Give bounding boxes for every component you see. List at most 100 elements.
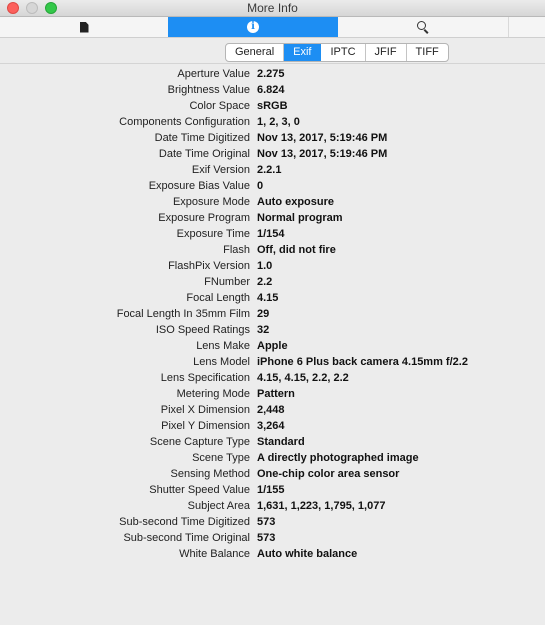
property-key: Flash bbox=[223, 244, 250, 256]
property-value[interactable]: 1, 2, 3, 0 bbox=[257, 116, 300, 128]
property-row: Date Time Digitized Nov 13, 2017, 5:19:46… bbox=[0, 130, 545, 146]
property-value[interactable]: 1/154 bbox=[257, 228, 285, 240]
property-key: Color Space bbox=[189, 100, 250, 112]
property-key: Exposure Program bbox=[158, 212, 250, 224]
property-row: Exposure Time 1/154 bbox=[0, 226, 545, 242]
property-key: Pixel X Dimension bbox=[160, 404, 250, 416]
property-row: Sub-second Time Digitized 573 bbox=[0, 514, 545, 530]
property-key: Shutter Speed Value bbox=[149, 484, 250, 496]
property-key: Exposure Time bbox=[176, 228, 250, 240]
property-value[interactable]: Pattern bbox=[257, 388, 295, 400]
property-value[interactable]: 2.2.1 bbox=[257, 164, 281, 176]
property-key: Scene Type bbox=[192, 452, 250, 464]
property-value[interactable]: 29 bbox=[257, 308, 269, 320]
toolbar: i bbox=[0, 17, 545, 38]
property-row: Pixel Y Dimension 3,264 bbox=[0, 418, 545, 434]
property-value[interactable]: 1,631, 1,223, 1,795, 1,077 bbox=[257, 500, 385, 512]
property-value[interactable]: 2,448 bbox=[257, 404, 285, 416]
property-value[interactable]: iPhone 6 Plus back camera 4.15mm f/2.2 bbox=[257, 356, 468, 368]
property-value[interactable]: 0 bbox=[257, 180, 263, 192]
info-tab-button[interactable]: i bbox=[168, 17, 338, 37]
property-value[interactable]: 573 bbox=[257, 532, 275, 544]
property-row: Metering Mode Pattern bbox=[0, 386, 545, 402]
tab-jfif[interactable]: JFIF bbox=[366, 44, 407, 61]
property-key: FNumber bbox=[204, 276, 250, 288]
property-row: Lens Specification 4.15, 4.15, 2.2, 2.2 bbox=[0, 370, 545, 386]
property-key: Brightness Value bbox=[167, 84, 250, 96]
property-key: Date Time Digitized bbox=[154, 132, 250, 144]
property-value[interactable]: Off, did not fire bbox=[257, 244, 336, 256]
toolbar-extra-segment[interactable] bbox=[508, 17, 545, 37]
document-icon bbox=[79, 21, 89, 33]
property-key: Metering Mode bbox=[176, 388, 250, 400]
property-key: Lens Make bbox=[196, 340, 250, 352]
property-value[interactable]: Apple bbox=[257, 340, 288, 352]
search-icon bbox=[417, 21, 429, 34]
property-row: Shutter Speed Value 1/155 bbox=[0, 482, 545, 498]
property-row: Date Time Original Nov 13, 2017, 5:19:46 … bbox=[0, 146, 545, 162]
property-row: Aperture Value 2.275 bbox=[0, 66, 545, 82]
tab-exif[interactable]: Exif bbox=[284, 44, 322, 61]
property-key: FlashPix Version bbox=[168, 260, 250, 272]
document-tab-button[interactable] bbox=[0, 17, 168, 37]
property-key: White Balance bbox=[179, 548, 250, 560]
property-value[interactable]: 6.824 bbox=[257, 84, 285, 96]
property-row: Flash Off, did not fire bbox=[0, 242, 545, 258]
property-key: Sub-second Time Digitized bbox=[119, 516, 250, 528]
property-key: Exif Version bbox=[191, 164, 250, 176]
property-row: Lens Make Apple bbox=[0, 338, 545, 354]
property-value[interactable]: Nov 13, 2017, 5:19:46 PM bbox=[257, 148, 387, 160]
property-row: Pixel X Dimension 2,448 bbox=[0, 402, 545, 418]
tab-general[interactable]: General bbox=[226, 44, 285, 61]
property-row: Focal Length In 35mm Film 29 bbox=[0, 306, 545, 322]
property-row: FlashPix Version 1.0 bbox=[0, 258, 545, 274]
property-value[interactable]: Auto exposure bbox=[257, 196, 334, 208]
property-key: Lens Model bbox=[193, 356, 250, 368]
property-row: Brightness Value 6.824 bbox=[0, 82, 545, 98]
metadata-tab-selector: General Exif IPTC JFIF TIFF bbox=[225, 43, 449, 62]
property-key: Focal Length bbox=[186, 292, 250, 304]
property-row: ISO Speed Ratings 32 bbox=[0, 322, 545, 338]
property-row: Color Space sRGB bbox=[0, 98, 545, 114]
property-value[interactable]: Auto white balance bbox=[257, 548, 357, 560]
property-key: Exposure Mode bbox=[172, 196, 250, 208]
property-value[interactable]: Nov 13, 2017, 5:19:46 PM bbox=[257, 132, 387, 144]
property-row: Exposure Bias Value 0 bbox=[0, 178, 545, 194]
property-key: Exposure Bias Value bbox=[148, 180, 250, 192]
property-value[interactable]: 573 bbox=[257, 516, 275, 528]
tab-iptc[interactable]: IPTC bbox=[321, 44, 366, 61]
property-value[interactable]: 1/155 bbox=[257, 484, 285, 496]
property-row: Subject Area 1,631, 1,223, 1,795, 1,077 bbox=[0, 498, 545, 514]
property-key: Date Time Original bbox=[158, 148, 250, 160]
property-row: Components Configuration 1, 2, 3, 0 bbox=[0, 114, 545, 130]
property-value[interactable]: 1.0 bbox=[257, 260, 272, 272]
property-value[interactable]: Normal program bbox=[257, 212, 343, 224]
property-value[interactable]: Standard bbox=[257, 436, 305, 448]
property-row: Sensing Method One-chip color area sensor bbox=[0, 466, 545, 482]
property-key: Sub-second Time Original bbox=[123, 532, 250, 544]
property-row: Scene Capture Type Standard bbox=[0, 434, 545, 450]
search-tab-button[interactable] bbox=[338, 17, 508, 37]
property-key: Scene Capture Type bbox=[149, 436, 250, 448]
property-key: Components Configuration bbox=[119, 116, 250, 128]
property-value[interactable]: 4.15, 4.15, 2.2, 2.2 bbox=[257, 372, 349, 384]
property-value[interactable]: 3,264 bbox=[257, 420, 285, 432]
property-row: White Balance Auto white balance bbox=[0, 546, 545, 562]
property-row: Exposure Program Normal program bbox=[0, 210, 545, 226]
property-value[interactable]: 32 bbox=[257, 324, 269, 336]
property-row: Lens Model iPhone 6 Plus back camera 4.15… bbox=[0, 354, 545, 370]
property-row: FNumber 2.2 bbox=[0, 274, 545, 290]
property-value[interactable]: sRGB bbox=[257, 100, 288, 112]
property-value[interactable]: One-chip color area sensor bbox=[257, 468, 399, 480]
property-key: Pixel Y Dimension bbox=[161, 420, 250, 432]
property-value[interactable]: 2.275 bbox=[257, 68, 285, 80]
property-list: Aperture Value 2.275 Brightness Value 6.824… bbox=[0, 66, 545, 562]
property-key: ISO Speed Ratings bbox=[155, 324, 250, 336]
property-row: Scene Type A directly photographed image bbox=[0, 450, 545, 466]
tab-tiff[interactable]: TIFF bbox=[407, 44, 448, 61]
title-bar: More Info bbox=[0, 0, 545, 17]
property-value[interactable]: 4.15 bbox=[257, 292, 278, 304]
property-key: Focal Length In 35mm Film bbox=[116, 308, 250, 320]
property-value[interactable]: 2.2 bbox=[257, 276, 272, 288]
property-value[interactable]: A directly photographed image bbox=[257, 452, 419, 464]
